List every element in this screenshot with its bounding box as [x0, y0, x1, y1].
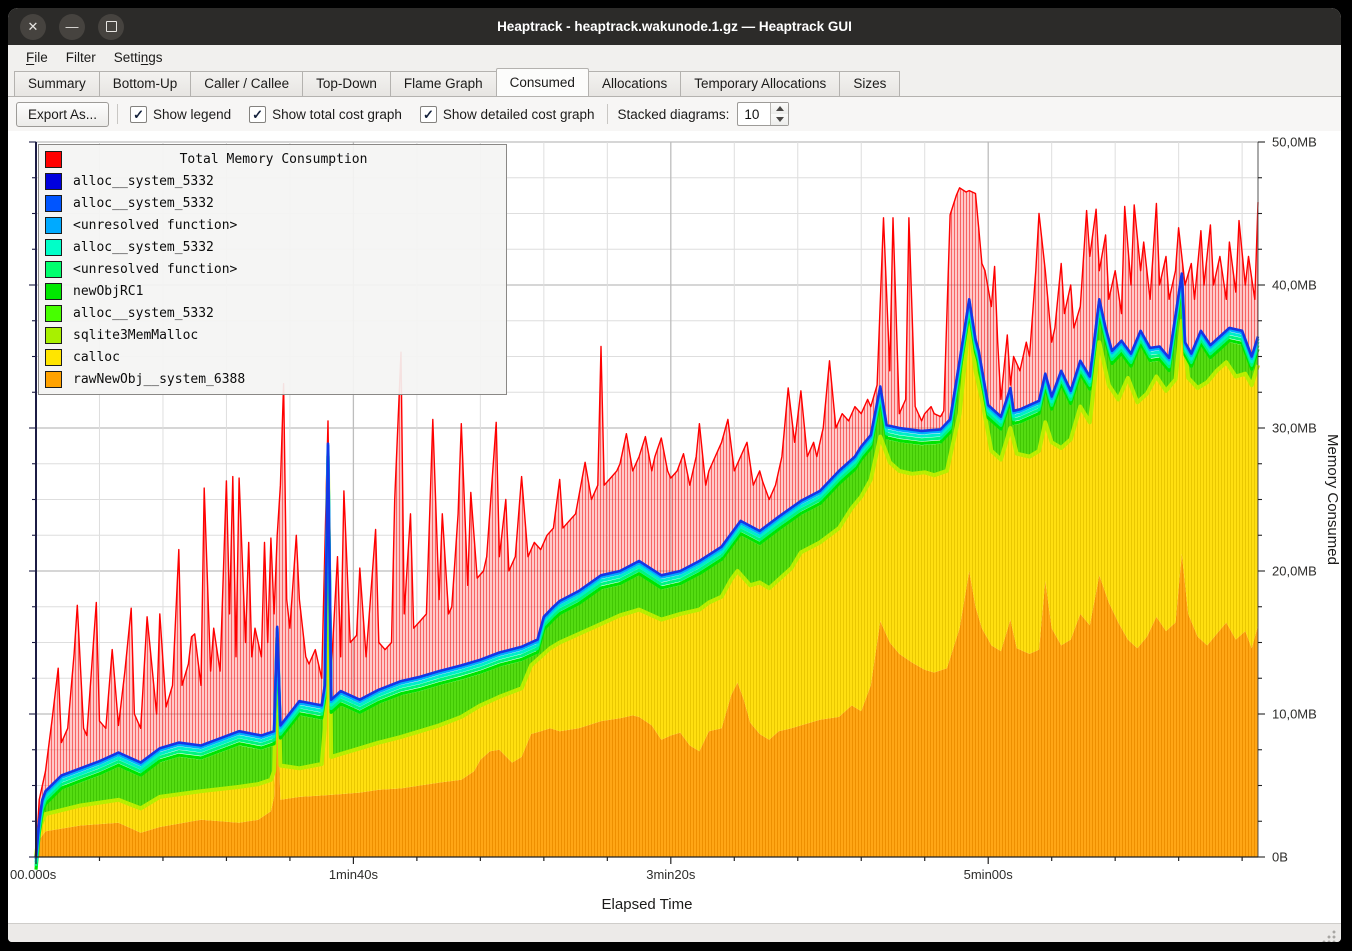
y-tick-label: 10,0MB	[1272, 707, 1317, 722]
status-bar	[8, 923, 1341, 942]
legend-item: alloc__system_5332	[39, 302, 506, 324]
tab-allocations[interactable]: Allocations	[589, 71, 680, 97]
legend-label: alloc__system_5332	[73, 240, 214, 255]
y-tick-label: 50,0MB	[1272, 135, 1317, 150]
checkbox-icon: ✓	[420, 106, 437, 123]
close-button[interactable]: ✕	[20, 14, 46, 40]
tab-bottom-up[interactable]: Bottom-Up	[99, 71, 191, 97]
legend-swatch-icon	[45, 151, 62, 168]
legend-swatch-icon	[45, 283, 62, 300]
y-tick-label: 0B	[1272, 850, 1288, 865]
window-title: Heaptrack - heaptrack.wakunode.1.gz — He…	[8, 19, 1341, 34]
spin-down-button[interactable]	[771, 114, 788, 125]
consumed-chart-area: Total Memory Consumption alloc__system_53…	[8, 131, 1341, 923]
spin-up-button[interactable]	[771, 103, 788, 114]
tab-consumed[interactable]: Consumed	[496, 68, 589, 97]
x-tick-label: 3min20s	[646, 867, 696, 882]
y-axis-title: Memory Consumed	[1324, 434, 1341, 565]
legend-swatch-icon	[45, 195, 62, 212]
tab-temporary-allocations[interactable]: Temporary Allocations	[680, 71, 839, 97]
toolbar-separator	[117, 104, 118, 124]
menu-settings[interactable]: Settings	[105, 48, 172, 67]
x-tick-label: 00.000s	[10, 867, 57, 882]
legend-swatch-icon	[45, 217, 62, 234]
legend-title-row: Total Memory Consumption	[39, 148, 506, 170]
tab-caller-callee[interactable]: Caller / Callee	[190, 71, 302, 97]
legend-label: sqlite3MemMalloc	[73, 328, 198, 343]
menubar: FileFilterSettings	[8, 45, 1341, 69]
legend-label: alloc__system_5332	[73, 306, 214, 321]
legend-item: alloc__system_5332	[39, 170, 506, 192]
y-tick-label: 20,0MB	[1272, 564, 1317, 579]
maximize-icon	[106, 21, 117, 32]
legend-item: rawNewObj__system_6388	[39, 368, 506, 390]
legend-label: Total Memory Consumption	[73, 152, 474, 167]
legend-label: rawNewObj__system_6388	[73, 372, 245, 387]
minimize-icon: —	[66, 20, 79, 33]
menu-filter[interactable]: Filter	[57, 48, 105, 67]
legend-item: alloc__system_5332	[39, 192, 506, 214]
checkbox-icon: ✓	[130, 106, 147, 123]
legend-swatch-icon	[45, 173, 62, 190]
legend-item: <unresolved function>	[39, 258, 506, 280]
checkbox-icon: ✓	[249, 106, 266, 123]
spinbox-value[interactable]: 10	[738, 103, 770, 125]
legend-item: <unresolved function>	[39, 214, 506, 236]
x-axis-title: Elapsed Time	[602, 896, 693, 913]
legend-swatch-icon	[45, 305, 62, 322]
y-tick-label: 40,0MB	[1272, 278, 1317, 293]
close-icon: ✕	[28, 20, 39, 33]
stacked-diagrams-spinbox[interactable]: 10	[737, 102, 789, 126]
legend-swatch-icon	[45, 261, 62, 278]
chevron-up-icon	[776, 106, 784, 111]
legend-label: calloc	[73, 350, 120, 365]
legend-label: <unresolved function>	[73, 262, 237, 277]
checkbox-show-detailed-cost-graph[interactable]: ✓ Show detailed cost graph	[416, 106, 599, 123]
maximize-button[interactable]	[98, 14, 124, 40]
tab-top-down[interactable]: Top-Down	[302, 71, 390, 97]
legend-item: newObjRC1	[39, 280, 506, 302]
checkbox-label: Show total cost graph	[272, 107, 402, 122]
legend-label: newObjRC1	[73, 284, 143, 299]
legend-swatch-icon	[45, 371, 62, 388]
legend-swatch-icon	[45, 327, 62, 344]
legend-item: sqlite3MemMalloc	[39, 324, 506, 346]
checkbox-label: Show legend	[153, 107, 231, 122]
legend-swatch-icon	[45, 239, 62, 256]
checkbox-label: Show detailed cost graph	[443, 107, 595, 122]
tab-sizes[interactable]: Sizes	[839, 71, 900, 97]
toolbar-separator	[607, 104, 608, 124]
legend-item: calloc	[39, 346, 506, 368]
legend-label: alloc__system_5332	[73, 174, 214, 189]
chevron-down-icon	[776, 117, 784, 122]
application-window: ✕ — Heaptrack - heaptrack.wakunode.1.gz …	[8, 8, 1341, 942]
tab-flame-graph[interactable]: Flame Graph	[390, 71, 496, 97]
checkbox-show-total-cost-graph[interactable]: ✓ Show total cost graph	[245, 106, 406, 123]
tab-summary[interactable]: Summary	[14, 71, 99, 97]
y-tick-label: 30,0MB	[1272, 421, 1317, 436]
menu-file[interactable]: File	[17, 48, 57, 67]
minimize-button[interactable]: —	[59, 14, 85, 40]
x-tick-label: 5min00s	[964, 867, 1014, 882]
chart-legend[interactable]: Total Memory Consumption alloc__system_53…	[38, 144, 507, 395]
stacked-diagrams-label: Stacked diagrams:	[618, 107, 730, 122]
legend-label: <unresolved function>	[73, 218, 237, 233]
export-as-button[interactable]: Export As...	[16, 102, 109, 127]
legend-item: alloc__system_5332	[39, 236, 506, 258]
legend-label: alloc__system_5332	[73, 196, 214, 211]
toolbar: Export As... ✓ Show legend ✓ Show total cos…	[8, 97, 1341, 131]
tab-bar: SummaryBottom-UpCaller / CalleeTop-DownF…	[8, 69, 1341, 97]
resize-grip-icon[interactable]	[1322, 930, 1336, 942]
spinbox-arrows	[770, 103, 788, 125]
x-tick-label: 1min40s	[329, 867, 379, 882]
legend-swatch-icon	[45, 349, 62, 366]
checkbox-show-legend[interactable]: ✓ Show legend	[126, 106, 235, 123]
titlebar: ✕ — Heaptrack - heaptrack.wakunode.1.gz …	[8, 8, 1341, 45]
